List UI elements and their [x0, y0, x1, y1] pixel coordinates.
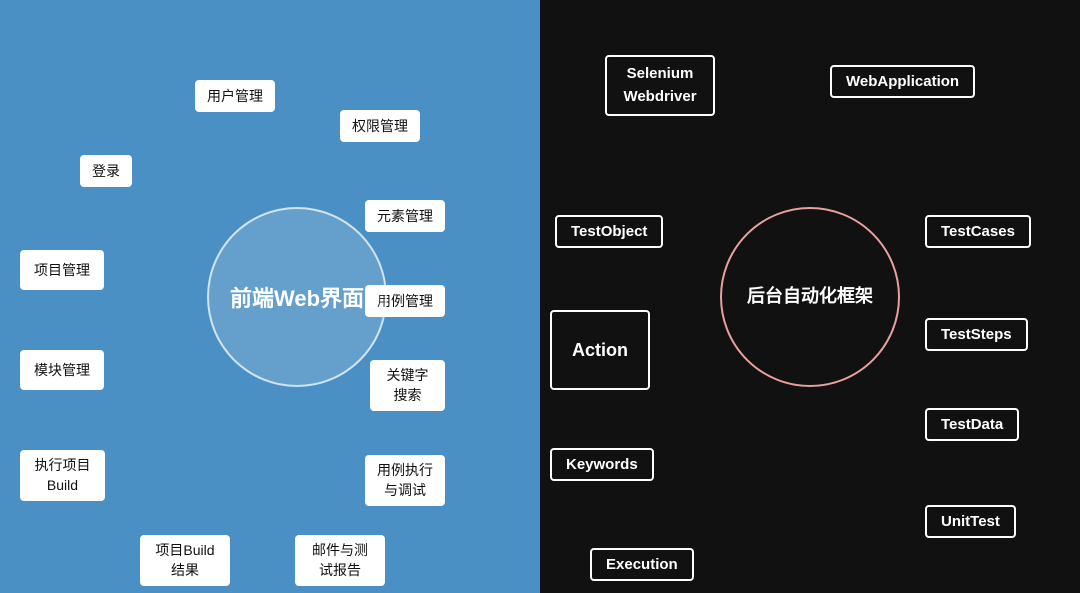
node-execution: Execution — [590, 548, 694, 581]
right-panel: SeleniumWebdriver WebApplication TestObj… — [540, 0, 1080, 593]
node-project-build: 项目Build结果 — [140, 535, 230, 586]
node-web-app: WebApplication — [830, 65, 975, 98]
node-keywords: Keywords — [550, 448, 654, 481]
left-center-circle: 前端Web界面 — [207, 207, 387, 387]
node-login: 登录 — [80, 155, 132, 187]
node-exec-project: 执行项目Build — [20, 450, 105, 501]
node-test-cases: TestCases — [925, 215, 1031, 248]
right-center-circle: 后台自动化框架 — [720, 207, 900, 387]
node-user-mgmt: 用户管理 — [195, 80, 275, 112]
node-project-mgmt: 项目管理 — [20, 250, 104, 290]
left-panel: 用户管理 权限管理 登录 元素管理 项目管理 用例管理 模块管理 关键字搜索 执… — [0, 0, 540, 593]
node-unit-test: UnitTest — [925, 505, 1016, 538]
node-mail-test: 邮件与测试报告 — [295, 535, 385, 586]
node-selenium: SeleniumWebdriver — [605, 55, 715, 116]
node-element-mgmt: 元素管理 — [365, 200, 445, 232]
node-test-data: TestData — [925, 408, 1019, 441]
node-permission-mgmt: 权限管理 — [340, 110, 420, 142]
node-module-mgmt: 模块管理 — [20, 350, 104, 390]
node-case-exec: 用例执行与调试 — [365, 455, 445, 506]
node-action: Action — [550, 310, 650, 390]
node-keyword-search: 关键字搜索 — [370, 360, 445, 411]
node-test-steps: TestSteps — [925, 318, 1028, 351]
node-test-object: TestObject — [555, 215, 663, 248]
